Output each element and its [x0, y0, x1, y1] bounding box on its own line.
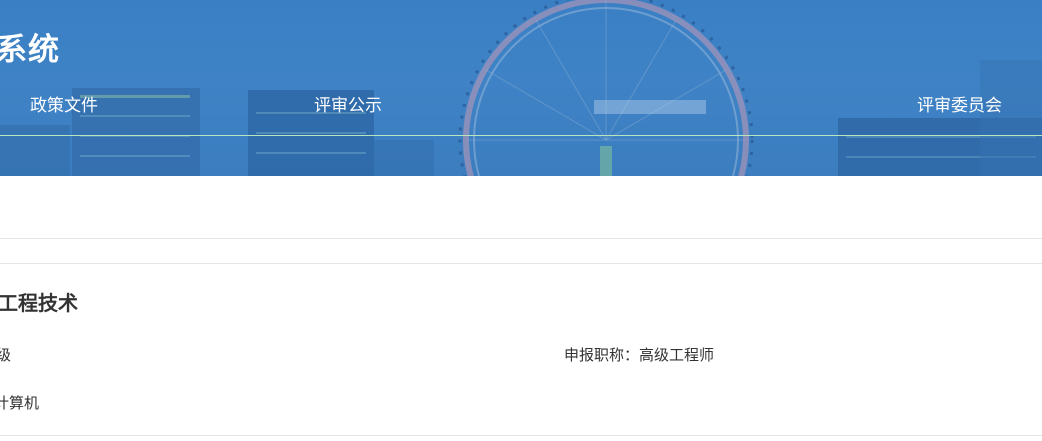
- header-banner: 系统 政策文件 评审公示 评审委员会: [0, 0, 1042, 176]
- field-specialty: 计算机: [0, 394, 40, 412]
- nav-item-review-committee[interactable]: 评审委员会: [917, 94, 1002, 118]
- divider-bottom: [0, 435, 1042, 436]
- nav-item-policy-documents[interactable]: 政策文件: [30, 94, 98, 118]
- field-declared-title: 申报职称：高级工程师: [564, 346, 715, 364]
- nav-underline: [0, 135, 1042, 136]
- divider-section-top: [0, 263, 1042, 264]
- divider-top: [0, 238, 1042, 239]
- nav-item-review-announcement[interactable]: 评审公示: [314, 94, 382, 118]
- field-level: 级: [0, 346, 12, 364]
- section-title: 工程技术: [0, 291, 78, 315]
- site-title: 系统: [0, 32, 60, 68]
- city-skyline-background: [0, 0, 1042, 176]
